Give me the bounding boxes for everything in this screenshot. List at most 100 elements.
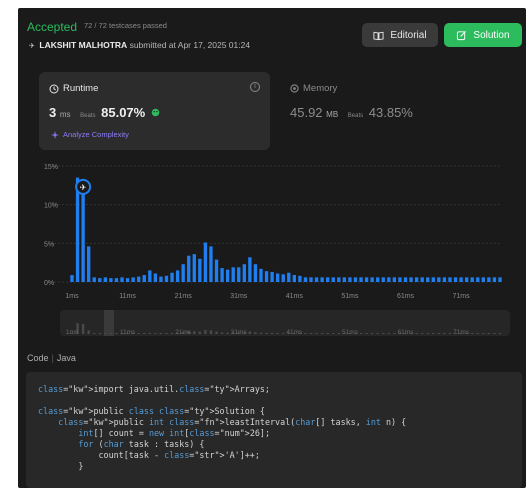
analyze-complexity-link[interactable]: Analyze Complexity (51, 130, 129, 139)
runtime-value: 3 (49, 105, 57, 120)
chart-bar[interactable] (487, 277, 491, 282)
chart-bar[interactable] (437, 277, 441, 282)
chart-bar[interactable] (192, 254, 196, 282)
chart-bar[interactable] (281, 274, 285, 282)
chart-bar[interactable] (170, 272, 174, 282)
chart-bar[interactable] (148, 270, 152, 282)
chart-bar[interactable] (303, 277, 308, 282)
info-icon[interactable]: i (250, 82, 260, 92)
chart-bar[interactable] (359, 277, 363, 282)
chart-bar[interactable] (476, 277, 480, 282)
chart-bar[interactable] (87, 246, 91, 282)
editorial-button[interactable]: Editorial (362, 23, 438, 47)
chart-bar[interactable] (159, 276, 163, 282)
chart-bar[interactable] (364, 277, 369, 282)
code-line: int[] count = new int[class="num">26]; (78, 428, 271, 438)
chart-bar[interactable] (381, 277, 385, 282)
code-line: count[task - class="str">'A']++; (38, 450, 260, 460)
chart-bar[interactable] (81, 186, 85, 282)
chart-bar[interactable] (309, 277, 313, 282)
chart-bar[interactable] (137, 276, 141, 282)
chart-bar[interactable] (448, 277, 452, 282)
chart-bar[interactable] (464, 277, 469, 282)
chart-bar[interactable] (264, 271, 269, 282)
chart-bar[interactable] (453, 277, 458, 282)
code-text: class="kw">import java.util.class="ty">A… (38, 384, 406, 472)
chart-bar[interactable] (270, 271, 274, 282)
chart-bar[interactable] (342, 277, 347, 282)
x-tick-label: 21ms (175, 293, 193, 300)
chart-bar[interactable] (209, 246, 213, 282)
chart-bar[interactable] (420, 277, 424, 282)
chart-bar[interactable] (225, 269, 230, 282)
chart-bar[interactable] (131, 277, 135, 282)
chart-bar[interactable] (98, 278, 102, 282)
chart-bar[interactable] (203, 242, 208, 282)
x-tick-label: 71ms (453, 293, 471, 300)
overview-selection-handle[interactable] (104, 310, 114, 336)
chart-bar[interactable] (387, 277, 391, 282)
memory-card[interactable]: Memory 45.92 MB Beats 43.85% (280, 72, 520, 150)
submitted-time: submitted at Apr 17, 2025 01:24 (129, 40, 251, 50)
chart-bar[interactable] (175, 270, 180, 282)
overview-bar (170, 333, 174, 334)
chart-bar[interactable] (120, 277, 124, 282)
chart-bar[interactable] (337, 277, 341, 282)
chart-bar[interactable] (426, 277, 430, 282)
chart-bar[interactable] (348, 277, 352, 282)
chart-bar[interactable] (314, 277, 319, 282)
chart-bar[interactable] (142, 275, 146, 282)
chart-bar[interactable] (459, 277, 463, 282)
code-separator: | (51, 353, 54, 363)
runtime-title: Runtime (49, 83, 98, 94)
chart-bar[interactable] (164, 275, 169, 282)
chart-bar[interactable] (275, 273, 280, 282)
chart-bar[interactable] (370, 277, 374, 282)
chart-bar[interactable] (414, 277, 419, 282)
chart-bar[interactable] (103, 277, 108, 282)
runtime-distribution-chart[interactable]: 15% 10% 5% 0% ✈ 1ms 11ms 21ms 31ms 41ms 51ms 61ms 71… (18, 152, 526, 348)
code-block[interactable]: class="kw">import java.util.class="ty">A… (26, 372, 522, 488)
chart-bar[interactable] (109, 278, 113, 282)
chart-bar[interactable] (376, 277, 380, 282)
chart-bar[interactable] (403, 277, 408, 282)
chart-bar[interactable] (198, 258, 202, 282)
chart-bar[interactable] (292, 275, 297, 282)
runtime-card[interactable]: Runtime i 3 ms Beats 85.07% Analyze Comp… (39, 72, 270, 150)
chart-bar[interactable] (92, 277, 96, 282)
chart-bar[interactable] (253, 264, 258, 282)
y-tick-label: 10% (44, 203, 58, 210)
chart-bar[interactable] (492, 277, 497, 282)
chart-bar[interactable] (242, 264, 246, 282)
chart-bar[interactable] (220, 268, 224, 282)
chart-bar[interactable] (326, 277, 330, 282)
code-line: for (char task : tasks) { (78, 439, 205, 449)
chart-bar[interactable] (481, 277, 485, 282)
chart-bar[interactable] (248, 257, 252, 282)
chart-bar[interactable] (237, 267, 241, 282)
overview-bar (315, 333, 318, 334)
chart-bar[interactable] (114, 278, 119, 282)
chart-bar[interactable] (153, 273, 158, 282)
chart-bar[interactable] (392, 277, 397, 282)
chart-bar[interactable] (498, 277, 502, 282)
chart-bar[interactable] (259, 268, 263, 282)
chart-bar[interactable] (231, 267, 235, 282)
chart-bar[interactable] (70, 275, 74, 282)
chart-bar[interactable] (214, 259, 219, 282)
solution-button[interactable]: Solution (444, 23, 522, 47)
username-link[interactable]: LAKSHIT MALHOTRA (39, 40, 127, 50)
chart-bar[interactable] (331, 277, 335, 282)
chart-bar[interactable] (409, 277, 413, 282)
chart-bar[interactable] (320, 277, 324, 282)
chart-bar[interactable] (442, 277, 447, 282)
chart-bar[interactable] (431, 277, 435, 282)
chart-bar[interactable] (187, 255, 191, 282)
chart-bar[interactable] (125, 278, 130, 282)
chart-bar[interactable] (287, 272, 291, 282)
chart-bar[interactable] (398, 277, 402, 282)
chart-bar[interactable] (353, 277, 358, 282)
chart-bar[interactable] (181, 264, 185, 282)
chart-bar[interactable] (470, 277, 474, 282)
chart-bar[interactable] (298, 275, 302, 282)
